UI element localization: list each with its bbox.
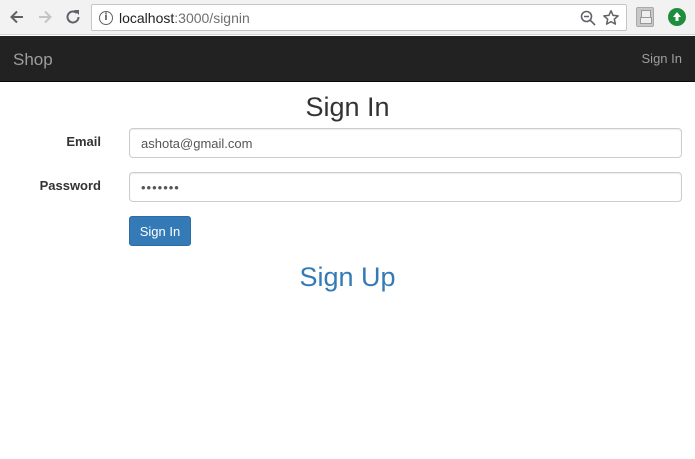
url-text[interactable]: localhost:3000/signin [119, 10, 250, 26]
nav-signin-link[interactable]: Sign In [642, 51, 682, 66]
brand-link[interactable]: Shop [13, 50, 53, 70]
update-icon[interactable] [668, 8, 686, 26]
zoom-icon[interactable] [580, 10, 596, 26]
reload-icon[interactable] [61, 5, 85, 29]
back-arrow-icon[interactable] [5, 5, 29, 29]
extension-icon[interactable] [636, 7, 654, 27]
page-title: Sign In [305, 92, 390, 122]
password-label: Password [39, 178, 101, 193]
email-label: Email [66, 134, 101, 149]
star-icon[interactable] [602, 9, 620, 27]
email-field[interactable] [129, 128, 682, 158]
address-bar[interactable]: i localhost:3000/signin [91, 4, 627, 31]
password-field[interactable] [129, 172, 682, 202]
info-icon[interactable]: i [99, 11, 113, 25]
forward-arrow-icon[interactable] [33, 5, 57, 29]
signin-button[interactable]: Sign In [129, 216, 191, 246]
signup-link[interactable]: Sign Up [0, 262, 695, 293]
app-navbar: Shop Sign In [0, 36, 695, 82]
browser-toolbar: i localhost:3000/signin [0, 0, 695, 35]
